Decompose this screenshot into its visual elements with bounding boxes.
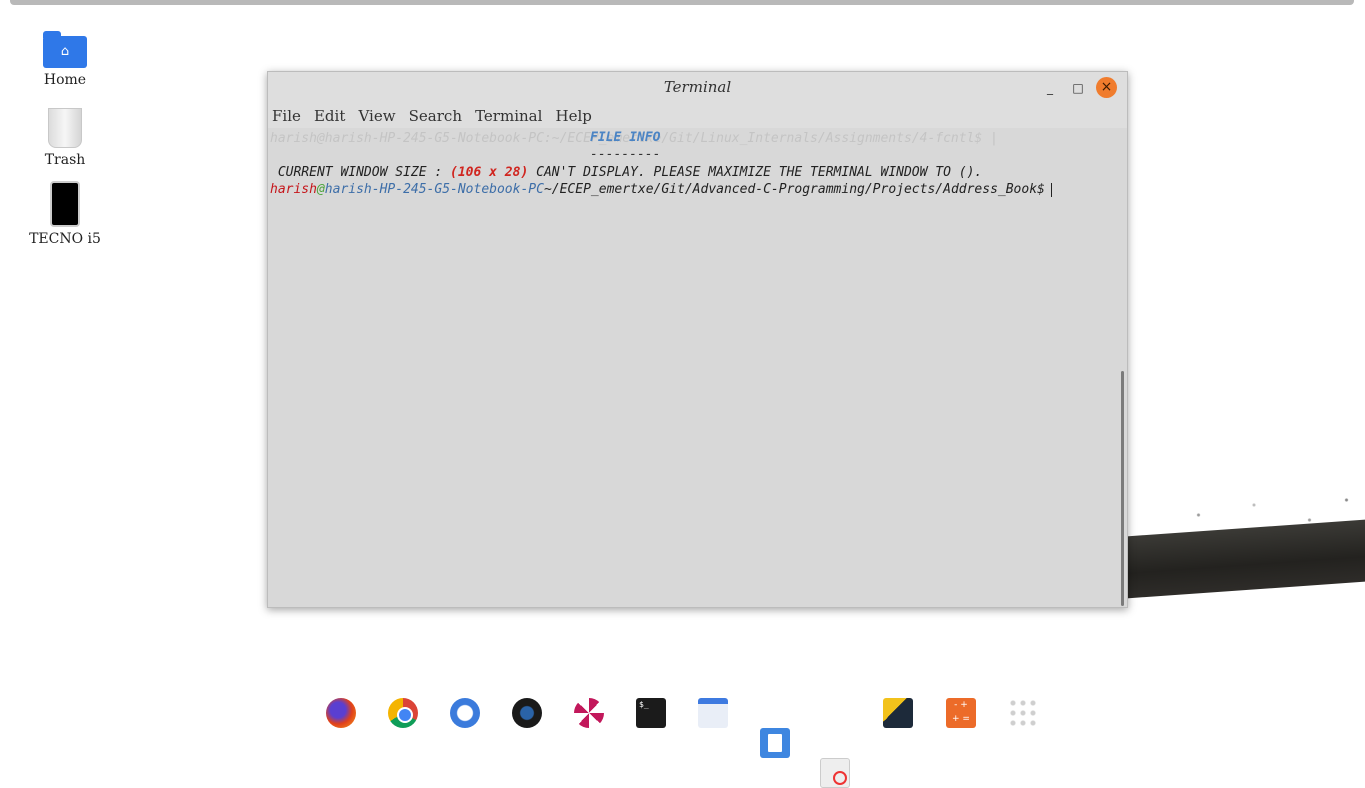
prompt-user: harish <box>270 182 317 197</box>
window-size-line: CURRENT WINDOW SIZE : (106 x 28) CAN'T D… <box>270 164 982 181</box>
phone-icon <box>50 181 80 227</box>
close-button[interactable]: × <box>1096 77 1117 98</box>
window-titlebar[interactable]: Terminal _ □ × <box>268 72 1127 104</box>
prompt-line: harish@harish-HP-245-G5-Notebook-PC~/ECE… <box>270 181 1052 198</box>
desktop-icon-label: Home <box>43 72 87 88</box>
file-info-underline: --------- <box>590 147 661 162</box>
steam-icon[interactable] <box>512 698 542 728</box>
desktop-icon-phone[interactable]: TECNO i5 <box>20 181 110 247</box>
size-value: (106 x 28) <box>450 165 529 180</box>
menu-search[interactable]: Search <box>409 104 462 128</box>
chrome-icon[interactable] <box>388 698 418 728</box>
mail-icon[interactable] <box>450 698 480 728</box>
menu-edit[interactable]: Edit <box>314 104 345 128</box>
wallpaper-rock <box>1127 519 1365 599</box>
menu-terminal[interactable]: Terminal <box>475 104 542 128</box>
app-grid-icon[interactable] <box>1008 698 1038 728</box>
terminal-output[interactable]: harish@harish-HP-245-G5-Notebook-PC:~/EC… <box>268 128 1127 607</box>
prompt-host: harish-HP-245-G5-Notebook-PC <box>324 182 544 197</box>
size-suffix: CAN'T DISPLAY. PLEASE MAXIMIZE THE TERMI… <box>528 165 983 180</box>
minimize-button[interactable]: _ <box>1042 80 1058 96</box>
menu-help[interactable]: Help <box>555 104 591 128</box>
desktop-icon-label: Trash <box>44 152 86 168</box>
scrollbar[interactable] <box>1121 371 1124 606</box>
maximize-button[interactable]: □ <box>1070 80 1086 96</box>
text-cursor <box>1050 182 1052 197</box>
menu-view[interactable]: View <box>358 104 395 128</box>
terminal-window: Terminal _ □ × File Edit View Search Ter… <box>267 71 1128 608</box>
desktop-icon-trash[interactable]: Trash <box>20 108 110 168</box>
menu-file[interactable]: File <box>272 104 301 128</box>
trash-icon <box>48 108 82 148</box>
top-panel <box>10 0 1354 5</box>
firefox-icon[interactable] <box>326 698 356 728</box>
software-center-icon[interactable] <box>820 758 850 788</box>
terminal-icon[interactable]: $_ <box>636 698 666 728</box>
prompt-at: @ <box>316 182 325 197</box>
window-title: Terminal <box>663 78 732 96</box>
size-prefix: CURRENT WINDOW SIZE : <box>270 165 451 180</box>
desktop-icon-home[interactable]: ⌂ Home <box>20 31 110 88</box>
prompt-path: ~/ECEP_emertxe/Git/Advanced-C-Programmin… <box>543 182 1045 197</box>
file-info-heading: FILE INFO <box>590 130 661 145</box>
document-viewer-icon[interactable] <box>760 728 790 758</box>
pinwheel-icon[interactable] <box>574 698 604 728</box>
calculator-icon[interactable]: - + + = <box>946 698 976 728</box>
home-folder-icon: ⌂ <box>43 31 87 68</box>
files-icon[interactable] <box>698 698 728 728</box>
play-store-icon[interactable] <box>883 698 913 728</box>
desktop-icon-label: TECNO i5 <box>29 231 101 247</box>
menu-bar: File Edit View Search Terminal Help <box>268 104 1127 128</box>
dock: $_ - + + = <box>320 698 1038 788</box>
